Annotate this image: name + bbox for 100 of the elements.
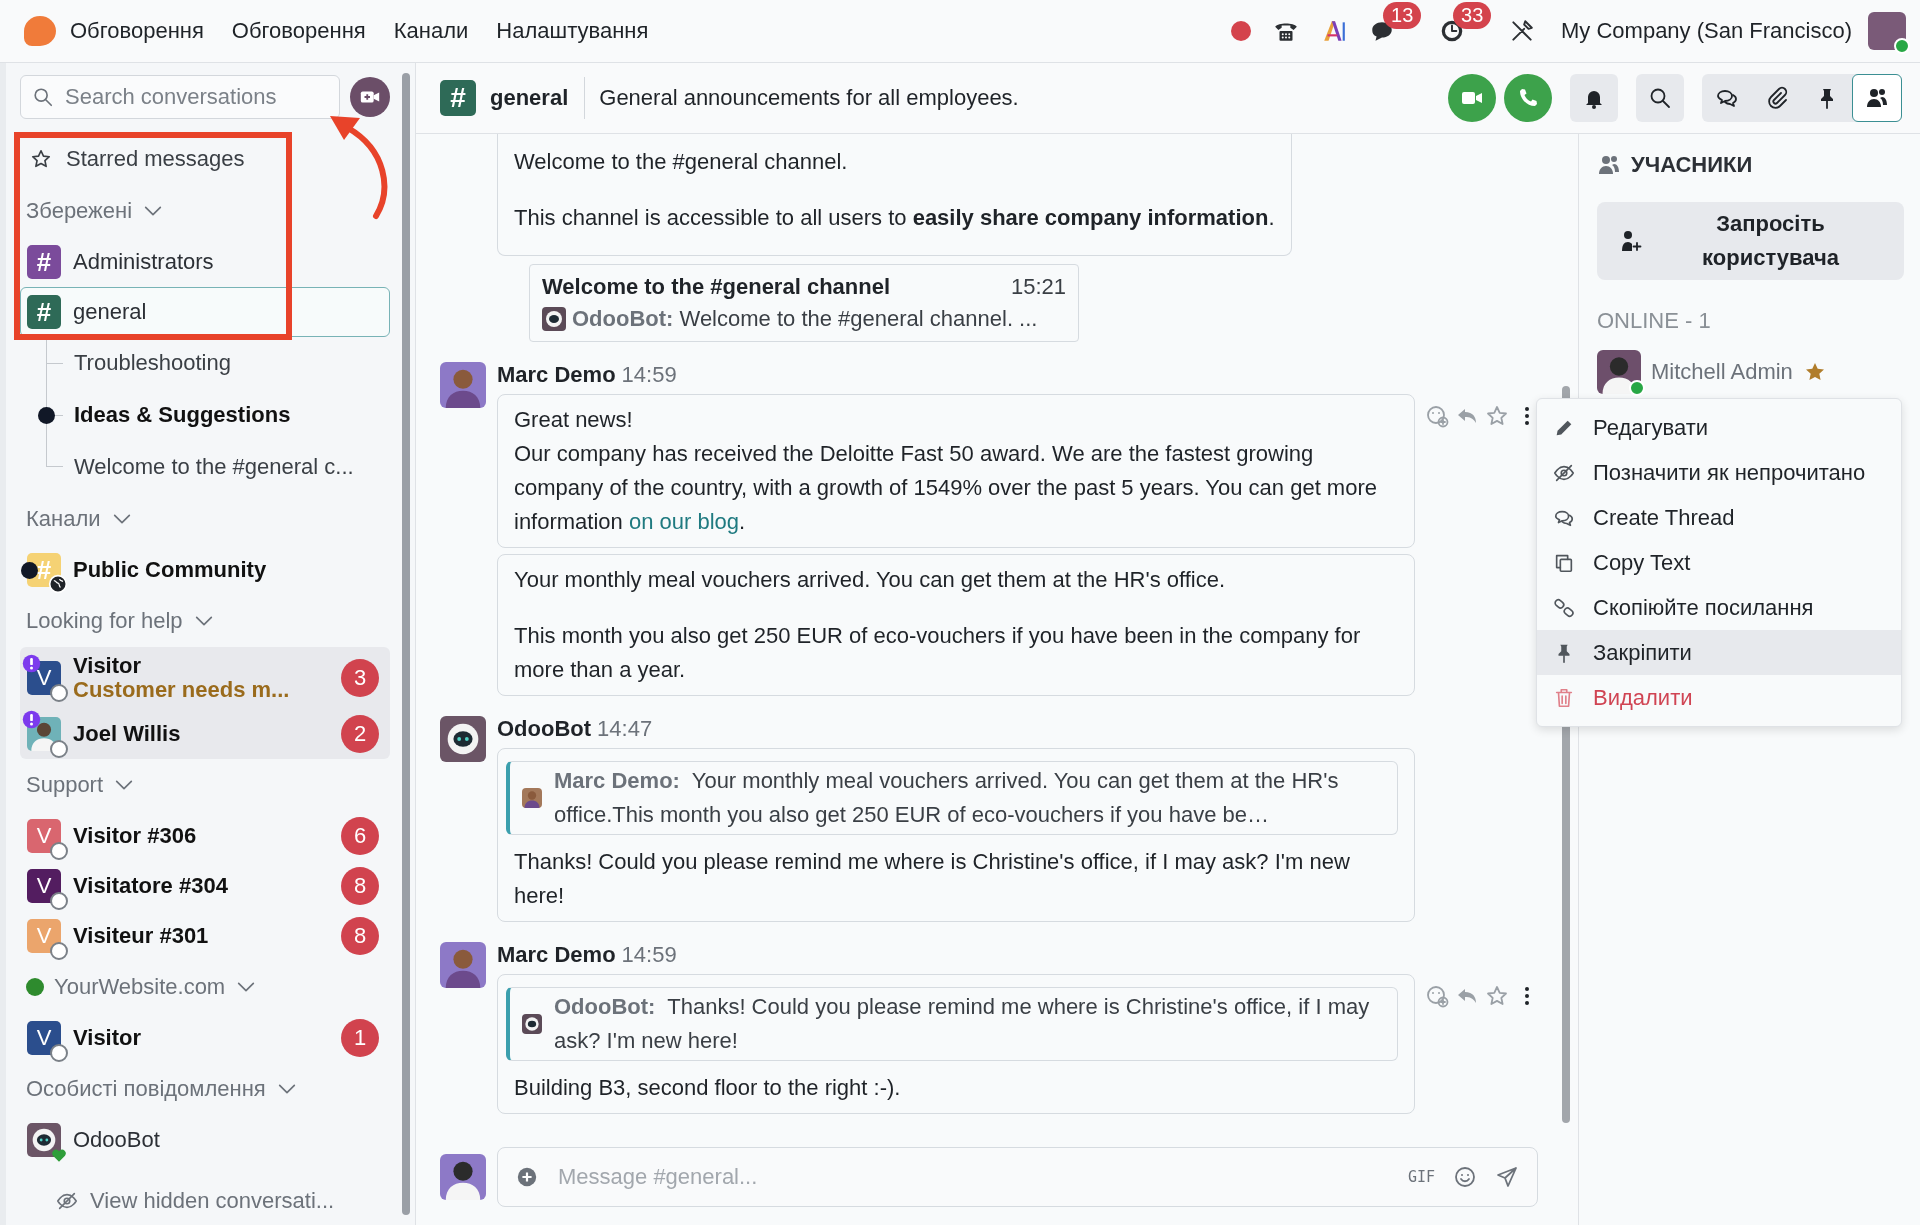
- count-badge: 33: [1453, 2, 1492, 29]
- quoted-text: Marc Demo: Your monthly meal vouchers arrived. You can get them at the HR's office.This month you also get 250 EUR of eco-vouchers if you have be…: [554, 767, 1340, 829]
- message-time: 14:59: [621, 362, 677, 388]
- emoji-icon[interactable]: [1453, 1165, 1477, 1189]
- star-icon[interactable]: [1485, 984, 1509, 1008]
- add-reaction-icon[interactable]: [1425, 984, 1449, 1008]
- conversation-item[interactable]: V Visitor 1: [20, 1013, 390, 1063]
- members-icon: [1865, 86, 1889, 110]
- menu-item[interactable]: Обговорення: [231, 18, 366, 44]
- unread-counter: 8: [341, 917, 379, 955]
- blog-link[interactable]: on our blog: [628, 509, 740, 534]
- author-name[interactable]: Marc Demo: [497, 362, 616, 388]
- conversation-item[interactable]: OdooBot: [20, 1115, 390, 1165]
- panel-title: УЧАСНИКИ: [1631, 152, 1753, 178]
- menu-item[interactable]: Copy Text: [1537, 540, 1901, 585]
- sub-thread-item[interactable]: Troubleshooting: [36, 337, 390, 389]
- conversation-name: Joel Willis: [73, 721, 182, 747]
- unread-counter: 2: [341, 715, 379, 753]
- conversation-item[interactable]: Joel Willis 2: [20, 709, 390, 759]
- eye-slash-icon[interactable]: [56, 1190, 78, 1212]
- menu-item[interactable]: Обговорення: [70, 18, 204, 44]
- conversation-item[interactable]: # general: [20, 287, 390, 337]
- conversation-name: Visiteur #301: [73, 923, 210, 949]
- conversation-item[interactable]: # Administrators: [20, 237, 390, 287]
- menu-item[interactable]: Видалити: [1537, 675, 1901, 720]
- message-input[interactable]: Message #general...: [556, 1156, 1390, 1198]
- avatar-silhouette: [440, 1154, 486, 1200]
- section-header[interactable]: Looking for help: [26, 608, 183, 634]
- sub-thread-item[interactable]: Welcome to the #general c...: [36, 441, 390, 493]
- member-name[interactable]: Mitchell Admin: [1651, 359, 1793, 385]
- menu-item[interactable]: Редагувати: [1537, 405, 1901, 450]
- menu-item[interactable]: Create Thread: [1537, 495, 1901, 540]
- conversation-item[interactable]: V Visitatore #304 8: [20, 861, 390, 911]
- trash-icon: [1553, 686, 1575, 709]
- author-name[interactable]: Marc Demo: [497, 942, 616, 968]
- search-button[interactable]: [1636, 74, 1684, 122]
- message-text: Building B3, second floor to the right :-).: [514, 1074, 902, 1102]
- search-field[interactable]: Search conversations: [20, 75, 340, 119]
- thread-title: Welcome to the #general channel: [542, 273, 891, 301]
- conversation-name: Public Community: [73, 557, 268, 583]
- add-reaction-icon[interactable]: [1425, 404, 1449, 428]
- tools-icon[interactable]: [1509, 18, 1535, 44]
- quoted-text: OdooBot: Thanks! Could you please remind me where is Christine's office, if I may ask? I'm new here!: [554, 993, 1371, 1055]
- conversation-item[interactable]: V Visitor #306 6: [20, 811, 390, 861]
- record-dot-icon[interactable]: [1231, 21, 1251, 41]
- section-header[interactable]: Support: [26, 772, 104, 798]
- robot-avatar[interactable]: [440, 716, 486, 762]
- robot-avatar: [542, 307, 566, 331]
- conversation-name: Administrators: [73, 249, 215, 275]
- channel-avatar: #: [440, 80, 476, 116]
- avatar-silhouette[interactable]: [1597, 350, 1641, 394]
- app-logo-icon[interactable]: [24, 16, 56, 46]
- message-field[interactable]: Message #general... GIF: [497, 1147, 1538, 1207]
- logo-icon[interactable]: [1321, 18, 1347, 44]
- sub-thread-card[interactable]: Welcome to the #general channel 15:21 OdooBot: Welcome to the #general channel. ...: [529, 264, 1079, 342]
- company-name[interactable]: My Company (San Francisco): [1561, 18, 1852, 44]
- menu-item[interactable]: Скопіюйте посилання: [1537, 585, 1901, 630]
- members-tab[interactable]: [1852, 74, 1902, 122]
- thread-preview: OdooBot: Welcome to the #general channel. ...: [572, 305, 1038, 333]
- conversation-item[interactable]: # Public Community: [20, 545, 390, 595]
- view-hidden-link[interactable]: View hidden conversati...: [90, 1188, 335, 1214]
- section-header[interactable]: Збережені: [26, 198, 133, 224]
- channel-name[interactable]: general: [490, 77, 586, 119]
- call-button[interactable]: [1504, 74, 1552, 122]
- send-icon[interactable]: [1495, 1165, 1519, 1189]
- menu-item[interactable]: Позначити як непрочитано: [1537, 450, 1901, 495]
- message-text: Your monthly meal vouchers arrived. You can get them at the HR's office.: [514, 566, 1227, 594]
- section-header[interactable]: YourWebsite.com: [54, 974, 226, 1000]
- unread-counter: 6: [341, 817, 379, 855]
- reply-quote[interactable]: Marc Demo: Your monthly meal vouchers arrived. You can get them at the HR's office.This month you also get 250 EUR of eco-vouchers if you have be…: [506, 761, 1398, 835]
- author-name[interactable]: OdooBot: [497, 716, 592, 742]
- channel-description[interactable]: General announcements for all employees.: [585, 85, 1019, 111]
- reply-quote[interactable]: OdooBot: Thanks! Could you please remind me where is Christine's office, if I may ask? I'm new here!: [506, 987, 1398, 1061]
- conversation-item[interactable]: V Visiteur #301 8: [20, 911, 390, 961]
- menu-item[interactable]: Закріпити: [1537, 630, 1901, 675]
- notifications-button[interactable]: [1570, 74, 1618, 122]
- conversation-name: Visitor: [73, 1025, 143, 1051]
- menu-item[interactable]: Канали: [393, 18, 469, 44]
- avatar-silhouette: [522, 788, 542, 808]
- thread-time: 15:21: [1010, 273, 1066, 301]
- search-icon: [1648, 86, 1672, 110]
- star-icon[interactable]: [1485, 404, 1509, 428]
- menu-item[interactable]: Налаштування: [496, 18, 649, 44]
- paperclip-icon: [1765, 86, 1789, 110]
- scrollbar[interactable]: [402, 73, 410, 1215]
- gif-button[interactable]: GIF: [1407, 1168, 1435, 1186]
- section-header[interactable]: Канали: [26, 506, 101, 532]
- video-call-button[interactable]: [1448, 74, 1496, 122]
- unread-counter: 8: [341, 867, 379, 905]
- starred-messages-link[interactable]: Starred messages: [66, 146, 245, 172]
- message-text: Thanks! Could you please remind me where is Christine's office, if I may ask? I'm new here!: [514, 848, 1351, 910]
- section-header[interactable]: Особисті повідомлення: [26, 1076, 266, 1102]
- star-icon[interactable]: [30, 148, 52, 170]
- conversation-name: Visitor #306: [73, 823, 198, 849]
- channel-avatar: #: [27, 295, 61, 329]
- search-icon: [32, 86, 54, 108]
- invite-user-button[interactable]: Запросіть користувача: [1597, 202, 1904, 280]
- add-icon[interactable]: [516, 1166, 538, 1188]
- new-conversation-button[interactable]: [350, 77, 390, 117]
- sub-thread-item[interactable]: Ideas & Suggestions: [36, 389, 390, 441]
